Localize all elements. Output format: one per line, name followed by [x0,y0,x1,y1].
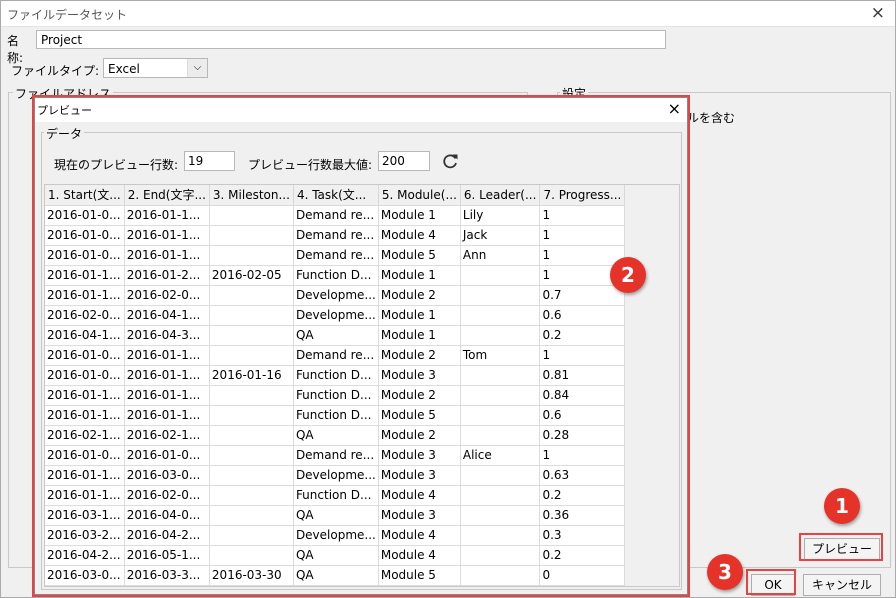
step-badge-2: 2 [610,257,646,293]
cancel-button[interactable]: キャンセル [803,574,881,596]
preview-highlight [32,95,690,597]
titlebar: ファイルデータセット × [1,1,895,27]
close-icon[interactable]: × [871,3,885,23]
name-label: 名称: [7,34,24,65]
include-checkbox-label: ルを含む [687,111,736,125]
filetype-label: ファイルタイプ: [11,64,100,78]
chevron-down-icon[interactable]: ⌵ [187,59,207,77]
window-title: ファイルデータセット [7,8,128,22]
step-badge-3: 3 [707,554,743,590]
name-input[interactable]: Project [36,30,666,49]
ok-button-highlight [746,569,796,595]
filetype-value: Excel [108,62,140,76]
filetype-select[interactable]: Excel ⌵ [103,58,208,78]
step-badge-1: 1 [824,488,860,524]
preview-button-highlight [799,533,883,561]
